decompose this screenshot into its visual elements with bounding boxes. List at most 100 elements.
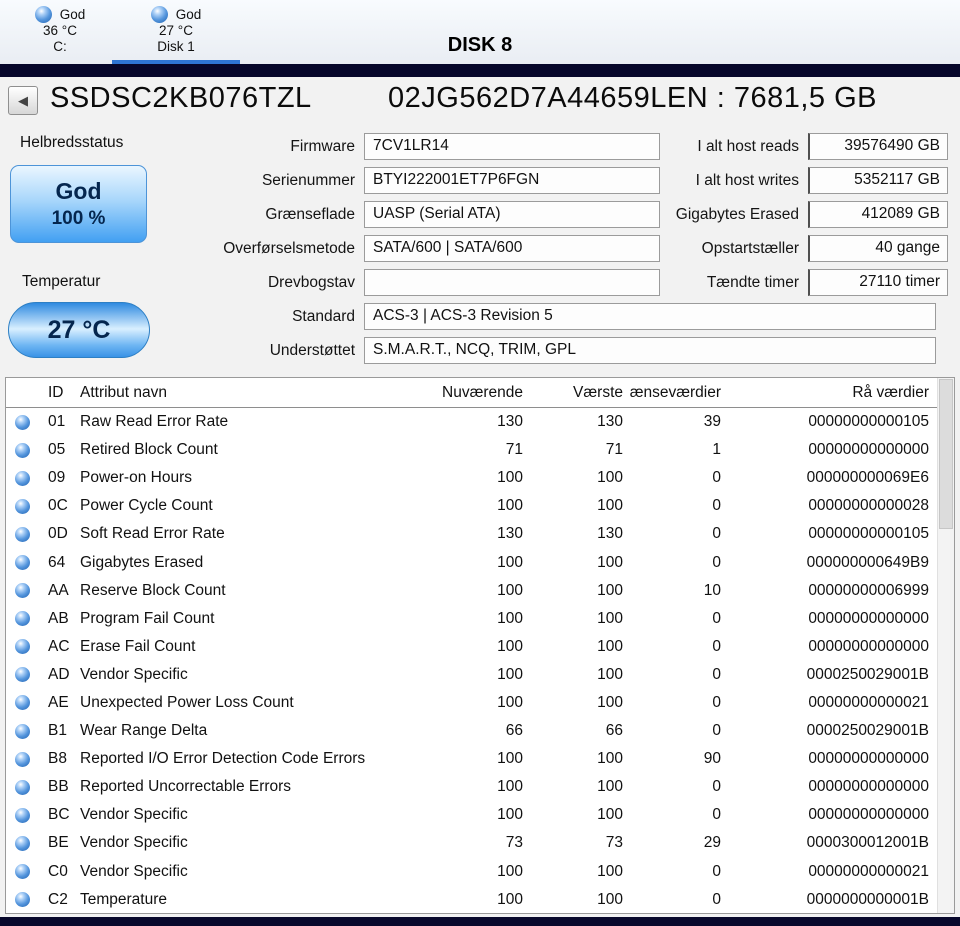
info-row: Tændte timer 27110 timer — [636, 269, 948, 296]
info-value: UASP (Serial ATA) — [364, 201, 660, 228]
status-dot-icon — [15, 526, 30, 542]
status-dot-icon — [15, 470, 30, 486]
cell-worst: 100 — [597, 806, 623, 824]
top-tab-bar: God 36 °C C: God 27 °C Disk 1 DISK 8 — [0, 0, 960, 64]
table-scrollbar[interactable] — [937, 378, 954, 913]
row-status-cell — [6, 526, 42, 542]
cell-raw: 0000300012001B — [806, 834, 929, 852]
cell-worst: 130 — [597, 525, 623, 543]
cell-id: 09 — [48, 469, 66, 487]
row-status-cell — [6, 695, 42, 711]
cell-id: AB — [48, 609, 69, 627]
health-status-button[interactable]: God 100 % — [10, 165, 147, 243]
info-label: Serienummer — [261, 172, 355, 189]
smart-table-body: 01 Raw Read Error Rate 130 130 39 000000… — [6, 408, 937, 914]
table-row: B8 Reported I/O Error Detection Code Err… — [6, 745, 937, 773]
cell-raw: 0000250029001B — [806, 665, 929, 683]
cell-current: 73 — [505, 834, 523, 852]
table-row: AA Reserve Block Count 100 100 10 000000… — [6, 577, 937, 605]
cell-current: 100 — [497, 609, 523, 627]
cell-current: 71 — [505, 441, 523, 459]
cell-current: 100 — [497, 469, 523, 487]
info-value: BTYI222001ET7P6FGN — [364, 167, 660, 194]
table-row: C2 Temperature 100 100 0 0000000000001B — [6, 886, 937, 914]
info-label: Drevbogstav — [267, 274, 355, 291]
row-status-cell — [6, 414, 42, 430]
cell-id: 01 — [48, 413, 66, 431]
status-dot-icon — [15, 498, 30, 514]
cell-id: BC — [48, 806, 70, 824]
cell-raw: 00000000000021 — [808, 693, 929, 711]
back-button[interactable]: ◀ — [8, 86, 38, 115]
cell-raw: 0000000000001B — [806, 890, 929, 908]
cell-raw: 00000000000000 — [808, 750, 929, 768]
status-dot-icon — [15, 611, 30, 627]
drive-serial-capacity: 02JG562D7A44659LEN : 7681,5 GB — [388, 82, 877, 114]
info-row: Understøttet S.M.A.R.T., NCQ, TRIM, GPL — [154, 337, 936, 364]
temperature-value: 27 °C — [47, 315, 111, 344]
cell-id: AC — [48, 637, 70, 655]
cell-raw: 00000000000000 — [808, 609, 929, 627]
table-row: BB Reported Uncorrectable Errors 100 100… — [6, 773, 937, 801]
cell-id: 05 — [48, 441, 66, 459]
cell-worst: 100 — [597, 750, 623, 768]
row-status-cell — [6, 892, 42, 908]
status-dot-icon — [15, 414, 30, 430]
table-row: AB Program Fail Count 100 100 0 00000000… — [6, 605, 937, 633]
info-value: SATA/600 | SATA/600 — [364, 235, 660, 262]
cell-id: B8 — [48, 750, 67, 768]
status-dot-icon — [15, 864, 30, 880]
row-status-cell — [6, 723, 42, 739]
header-worst: Værste — [573, 384, 623, 401]
table-row: AE Unexpected Power Loss Count 100 100 0… — [6, 689, 937, 717]
cell-current: 100 — [497, 806, 523, 824]
cell-threshold: 0 — [712, 862, 721, 880]
info-label: Tændte timer — [706, 274, 799, 291]
cell-worst: 100 — [597, 581, 623, 599]
cell-name: Erase Fail Count — [80, 637, 196, 655]
cell-raw: 00000000006999 — [808, 581, 929, 599]
header-dot-spacer — [6, 378, 42, 407]
status-dot-icon — [15, 695, 30, 711]
cell-threshold: 0 — [712, 806, 721, 824]
cell-current: 100 — [497, 581, 523, 599]
cell-threshold: 0 — [712, 525, 721, 543]
cell-id: AA — [48, 581, 69, 599]
status-dot-icon — [15, 807, 30, 823]
cell-id: C0 — [48, 862, 68, 880]
info-label: I alt host reads — [697, 138, 799, 155]
cell-threshold: 1 — [712, 441, 721, 459]
cell-worst: 100 — [597, 609, 623, 627]
table-row: 64 Gigabytes Erased 100 100 0 0000000006… — [6, 548, 937, 576]
cell-id: BE — [48, 834, 69, 852]
cell-worst: 100 — [597, 637, 623, 655]
cell-current: 100 — [497, 890, 523, 908]
cell-threshold: 0 — [712, 609, 721, 627]
cell-raw: 00000000000000 — [808, 441, 929, 459]
cell-worst: 66 — [605, 722, 623, 740]
cell-threshold: 0 — [712, 553, 721, 571]
health-status-label: Helbredsstatus — [20, 134, 124, 151]
scrollbar-thumb[interactable] — [939, 379, 953, 529]
cell-threshold: 90 — [703, 750, 721, 768]
info-label: Firmware — [290, 138, 355, 155]
cell-threshold: 0 — [712, 497, 721, 515]
row-status-cell — [6, 555, 42, 571]
cell-current: 130 — [497, 413, 523, 431]
row-status-cell — [6, 470, 42, 486]
cell-worst: 100 — [597, 553, 623, 571]
status-dot-icon — [15, 751, 30, 767]
cell-worst: 100 — [597, 665, 623, 683]
status-dot-icon — [15, 723, 30, 739]
cell-worst: 73 — [605, 834, 623, 852]
header-threshold: ænseværdier — [629, 384, 721, 401]
cell-threshold: 0 — [712, 637, 721, 655]
cell-raw: 00000000000000 — [808, 637, 929, 655]
row-status-cell — [6, 835, 42, 851]
cell-current: 100 — [497, 497, 523, 515]
table-row: 0D Soft Read Error Rate 130 130 0 000000… — [6, 520, 937, 548]
row-status-cell — [6, 583, 42, 599]
smart-attributes-table: ID Attribut navn Nuværende Værste ænsevæ… — [5, 377, 955, 914]
cell-raw: 00000000000000 — [808, 806, 929, 824]
cell-id: AE — [48, 693, 69, 711]
